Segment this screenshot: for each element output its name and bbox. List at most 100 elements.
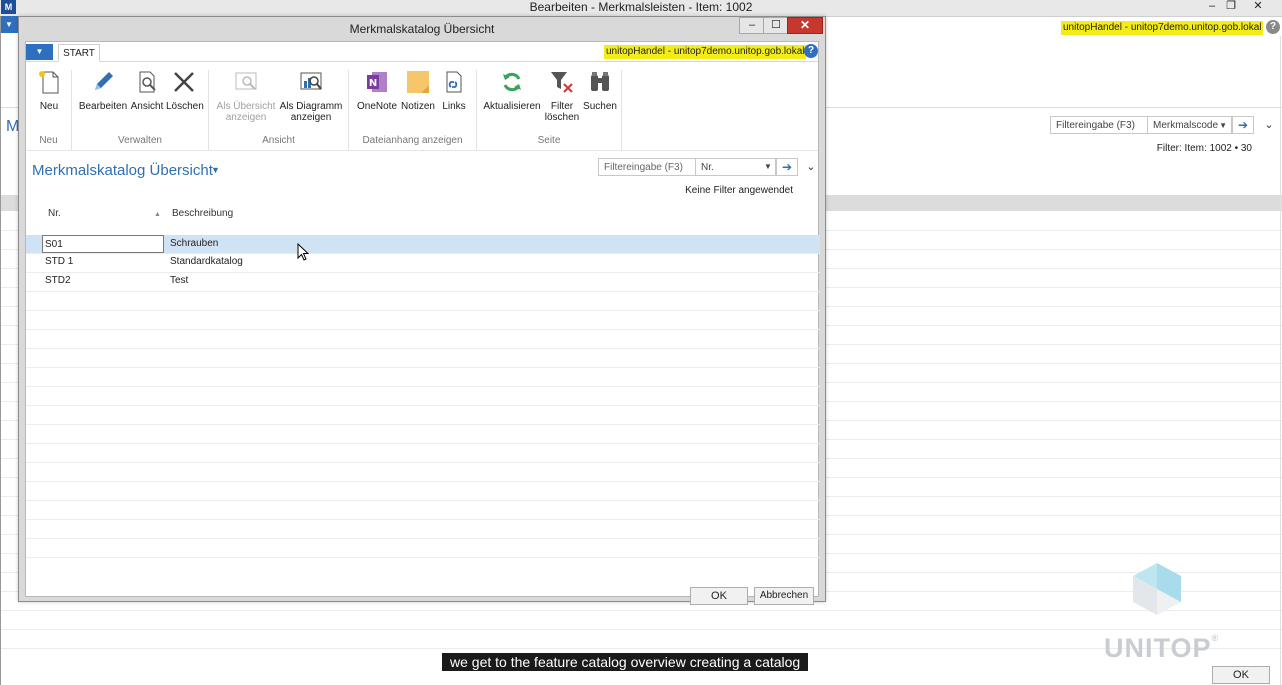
tab-start[interactable]: START bbox=[58, 44, 100, 62]
ok-button[interactable]: OK bbox=[690, 587, 748, 605]
ribbon-group-dateianhang: Dateianhang anzeigen bbox=[362, 135, 463, 146]
chevron-down-icon: ▼ bbox=[764, 162, 772, 171]
ribbon-separator bbox=[621, 70, 622, 150]
background-filter-field-select[interactable]: Merkmalscode ▼ bbox=[1148, 116, 1232, 134]
column-header-beschreibung[interactable]: Beschreibung bbox=[172, 208, 233, 219]
dialog-app-menu-button[interactable]: ▼ bbox=[26, 44, 53, 60]
als-diagramm-label-2: anzeigen bbox=[290, 112, 332, 123]
ribbon-group-neu: Neu bbox=[39, 135, 58, 146]
background-server-badge: unitopHandel - unitop7demo.unitop.gob.lo… bbox=[1061, 21, 1264, 35]
restore-button[interactable]: ❐ bbox=[1218, 0, 1244, 14]
als-uebersicht-anzeigen-button[interactable]: Als Übersicht anzeigen bbox=[214, 69, 278, 123]
background-filter-field-label: Merkmalscode bbox=[1153, 120, 1219, 131]
sort-ascending-icon: ▲ bbox=[154, 211, 161, 218]
background-window-border-right bbox=[1280, 36, 1281, 685]
app-icon[interactable]: M bbox=[1, 0, 16, 14]
background-ok-button[interactable]: OK bbox=[1212, 666, 1270, 684]
background-app-menu-button[interactable]: ▼ bbox=[0, 16, 18, 33]
notizen-label: Notizen bbox=[401, 101, 435, 112]
dialog-close-button[interactable]: ✕ bbox=[787, 17, 823, 34]
notizen-button[interactable]: Notizen bbox=[399, 69, 437, 112]
filter-loeschen-button[interactable]: Filter löschen bbox=[544, 69, 580, 123]
ribbon-tab-line bbox=[26, 61, 818, 62]
als-diagramm-anzeigen-button[interactable]: Als Diagramm anzeigen bbox=[278, 69, 344, 123]
als-uebersicht-label-2: anzeigen bbox=[225, 112, 267, 123]
loeschen-button[interactable]: Löschen bbox=[166, 69, 204, 112]
chart-view-icon bbox=[300, 72, 322, 90]
arrow-right-icon: ➔ bbox=[781, 160, 793, 174]
neu-button[interactable]: Neu bbox=[34, 69, 64, 112]
onenote-label: OneNote bbox=[356, 101, 398, 112]
mouse-cursor-icon bbox=[297, 243, 309, 261]
neu-label: Neu bbox=[39, 101, 59, 112]
video-subtitle: we get to the feature catalog overview c… bbox=[442, 653, 809, 671]
background-filter-info: Filter: Item: 1002 • 30 bbox=[1156, 143, 1252, 154]
cell-nr[interactable]: STD2 bbox=[44, 272, 166, 290]
dialog-maximize-button[interactable]: ☐ bbox=[763, 17, 789, 34]
dialog-title: Merkmalskatalog Übersicht bbox=[349, 22, 495, 36]
ribbon-group-verwalten: Verwalten bbox=[118, 135, 162, 146]
ansicht-button[interactable]: Ansicht bbox=[130, 69, 164, 112]
expand-filter-chevron-icon[interactable]: ⌄ bbox=[804, 159, 818, 175]
cancel-button[interactable]: Abbrechen bbox=[754, 587, 814, 605]
bearbeiten-label: Bearbeiten bbox=[78, 101, 128, 112]
refresh-icon bbox=[503, 72, 521, 92]
aktualisieren-label: Aktualisieren bbox=[483, 101, 541, 112]
ansicht-label: Ansicht bbox=[130, 101, 164, 112]
filter-input[interactable]: Filtereingabe (F3) bbox=[598, 158, 696, 176]
cell-beschreibung[interactable]: Test bbox=[170, 272, 188, 290]
delete-x-icon bbox=[174, 72, 194, 92]
unitop-logo-text: UNITOP® bbox=[1104, 633, 1219, 664]
binoculars-icon bbox=[591, 72, 609, 91]
als-uebersicht-label-1: Als Übersicht bbox=[216, 101, 276, 112]
filter-loeschen-label-2: löschen bbox=[544, 112, 580, 123]
links-button[interactable]: Links bbox=[439, 69, 469, 112]
suchen-button[interactable]: Suchen bbox=[582, 69, 618, 112]
help-icon[interactable]: ? bbox=[804, 44, 818, 58]
cell-beschreibung[interactable]: Schrauben bbox=[170, 235, 218, 253]
background-expand-chevron-icon[interactable]: ⌄ bbox=[1262, 117, 1276, 133]
ribbon-bottom-border bbox=[26, 150, 818, 151]
close-button[interactable]: ✕ bbox=[1245, 0, 1271, 14]
background-filter-apply-button[interactable]: ➔ bbox=[1232, 116, 1254, 134]
page-title-dropdown-icon[interactable]: ▼ bbox=[211, 165, 220, 175]
table-row[interactable]: STD2 Test bbox=[26, 272, 820, 290]
arrow-right-icon: ➔ bbox=[1237, 118, 1249, 132]
links-label: Links bbox=[442, 101, 466, 112]
no-filter-text: Keine Filter angewendet bbox=[685, 185, 793, 196]
loeschen-label: Löschen bbox=[166, 101, 204, 112]
suchen-label: Suchen bbox=[583, 101, 617, 112]
column-header-nr[interactable]: Nr. bbox=[48, 208, 61, 219]
als-diagramm-label-1: Als Diagramm bbox=[279, 101, 343, 112]
background-filter-input[interactable]: Filtereingabe (F3) bbox=[1050, 116, 1148, 134]
pencil-icon bbox=[95, 72, 113, 90]
clear-filter-icon bbox=[551, 72, 573, 93]
note-icon bbox=[407, 71, 429, 93]
ribbon-group-ansicht: Ansicht bbox=[262, 135, 295, 146]
bearbeiten-button[interactable]: Bearbeiten bbox=[78, 69, 128, 112]
svg-text:N: N bbox=[369, 78, 377, 89]
chevron-down-icon: ▼ bbox=[1219, 121, 1227, 130]
background-help-icon[interactable]: ? bbox=[1266, 20, 1280, 34]
cell-nr[interactable]: S01 bbox=[42, 235, 164, 253]
chevron-down-icon: ▼ bbox=[35, 47, 44, 56]
dialog-content: ▼ START unitopHandel - unitop7demo.unito… bbox=[25, 41, 820, 605]
cell-beschreibung[interactable]: Standardkatalog bbox=[170, 253, 243, 271]
view-document-icon bbox=[139, 71, 156, 93]
table-row[interactable]: S01 Schrauben bbox=[26, 235, 820, 253]
dialog-minimize-button[interactable]: – bbox=[739, 17, 765, 34]
logo-registered-mark: ® bbox=[1211, 633, 1220, 643]
new-document-icon bbox=[39, 71, 59, 94]
filter-loeschen-label-1: Filter bbox=[550, 101, 574, 112]
onenote-icon: N bbox=[367, 72, 387, 92]
table-row[interactable]: STD 1 Standardkatalog bbox=[26, 253, 820, 271]
onenote-button[interactable]: N OneNote bbox=[356, 69, 398, 112]
aktualisieren-button[interactable]: Aktualisieren bbox=[482, 69, 542, 112]
list-view-icon bbox=[235, 72, 257, 90]
merkmalskatalog-dialog: Merkmalskatalog Übersicht – ☐ ✕ ▼ START … bbox=[18, 16, 826, 605]
logo-wordmark: UNITOP bbox=[1104, 633, 1212, 663]
ribbon-group-seite: Seite bbox=[537, 135, 561, 146]
filter-apply-button[interactable]: ➔ bbox=[776, 158, 798, 176]
cell-nr[interactable]: STD 1 bbox=[44, 253, 166, 271]
page-title[interactable]: Merkmalskatalog Übersicht bbox=[32, 162, 213, 179]
